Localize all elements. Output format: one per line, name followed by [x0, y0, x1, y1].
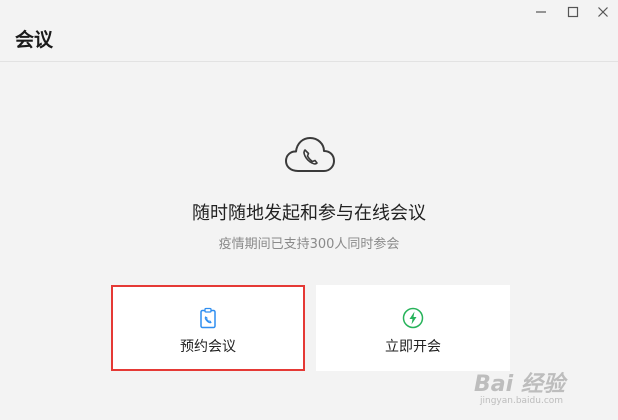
watermark-text: Bai 经验	[474, 372, 565, 397]
maximize-icon	[567, 6, 579, 18]
schedule-meeting-button[interactable]: 预约会议	[111, 285, 305, 371]
meeting-window: 会议 随时随地发起和参与在线会议 疫情期间已支持300人同时参会 预约会议 立即…	[0, 0, 618, 420]
title-bar: 会议	[0, 0, 618, 62]
cloud-phone-icon	[285, 137, 335, 172]
minimize-button[interactable]	[528, 2, 554, 22]
start-meeting-label: 立即开会	[385, 339, 441, 355]
minimize-icon	[536, 11, 546, 13]
lightning-icon	[402, 307, 424, 329]
maximize-button[interactable]	[560, 2, 586, 22]
window-title: 会议	[15, 29, 54, 51]
close-button[interactable]	[590, 2, 616, 22]
watermark-url: jingyan.baidu.com	[480, 396, 564, 406]
headline: 随时随地发起和参与在线会议	[192, 203, 426, 224]
watermark: Bai 经验 jingyan.baidu.com	[474, 366, 614, 416]
subline: 疫情期间已支持300人同时参会	[218, 237, 400, 252]
clipboard-phone-icon	[200, 307, 216, 329]
schedule-meeting-label: 预约会议	[180, 339, 236, 355]
start-meeting-button[interactable]: 立即开会	[316, 285, 510, 371]
close-icon	[598, 7, 608, 17]
